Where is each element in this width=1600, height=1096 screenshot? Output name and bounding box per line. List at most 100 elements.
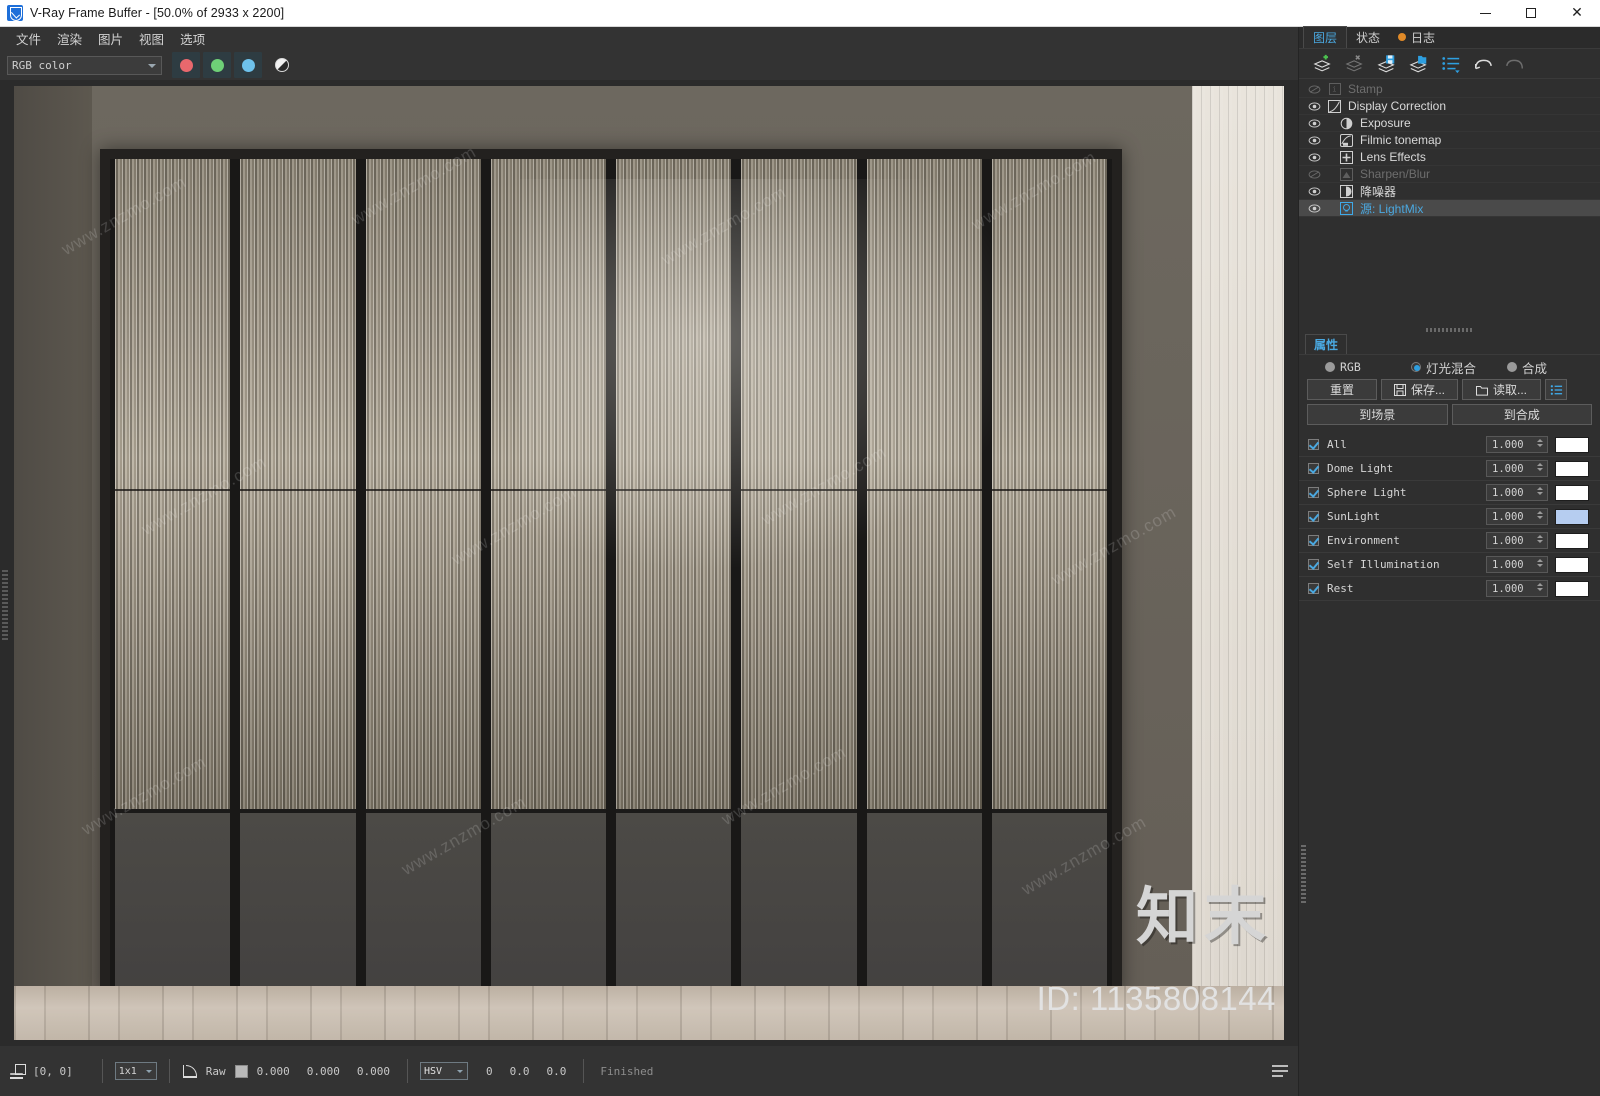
layer-row[interactable]: Sharpen/Blur: [1299, 166, 1600, 183]
menu-file[interactable]: 文件: [8, 27, 49, 50]
visibility-toggle-icon[interactable]: [1307, 169, 1322, 179]
lightmix-row-self-illumination[interactable]: Self Illumination 1.000: [1299, 553, 1600, 577]
lightmix-checkbox[interactable]: [1308, 463, 1319, 474]
lightmix-color-swatch[interactable]: [1555, 436, 1589, 453]
lightmix-row-sphere-light[interactable]: Sphere Light 1.000: [1299, 481, 1600, 505]
sample-size-select[interactable]: 1x1: [114, 1062, 157, 1080]
visibility-toggle-icon[interactable]: [1307, 101, 1322, 111]
layer-presets-button[interactable]: [1437, 51, 1465, 77]
viewport-scrollbar[interactable]: [2, 570, 8, 640]
lightmix-row-dome-light[interactable]: Dome Light 1.000: [1299, 457, 1600, 481]
lightmix-checkbox[interactable]: [1308, 511, 1319, 522]
menu-view[interactable]: 视图: [131, 27, 172, 50]
lightmix-row-rest[interactable]: Rest 1.000: [1299, 577, 1600, 601]
lightmix-multiplier[interactable]: 1.000: [1486, 580, 1548, 597]
rgb-toggle-group: [172, 52, 262, 78]
lightmix-row-all[interactable]: All 1.000: [1299, 433, 1600, 457]
lightmix-multiplier[interactable]: 1.000: [1486, 460, 1548, 477]
tab-layers[interactable]: 图层: [1303, 26, 1348, 48]
pixel-lock-icon[interactable]: [10, 1063, 26, 1079]
menu-options[interactable]: 选项: [172, 27, 213, 50]
lightmix-multiplier[interactable]: 1.000: [1486, 484, 1548, 501]
lightmix-color-swatch[interactable]: [1555, 484, 1589, 501]
image-viewport[interactable]: www.znzmo.com www.znzmo.com www.znzmo.co…: [0, 80, 1298, 1046]
properties-scrollbar[interactable]: [1300, 665, 1307, 915]
load-layer-button[interactable]: [1405, 51, 1433, 77]
menu-image[interactable]: 图片: [90, 27, 131, 50]
spinner-arrows-icon[interactable]: [1537, 487, 1543, 495]
to-composite-button[interactable]: 到合成: [1451, 404, 1592, 425]
visibility-toggle-icon[interactable]: [1307, 135, 1322, 145]
lightmix-checkbox[interactable]: [1308, 583, 1319, 594]
visibility-toggle-icon[interactable]: [1307, 203, 1322, 213]
lightmix-multiplier[interactable]: 1.000: [1486, 532, 1548, 549]
delete-layer-button[interactable]: [1341, 51, 1369, 77]
red-channel-button[interactable]: [172, 52, 200, 78]
minimize-button[interactable]: [1462, 0, 1508, 27]
maximize-button[interactable]: [1508, 0, 1554, 27]
channel-select[interactable]: RGB color: [7, 55, 162, 75]
lightmix-color-swatch[interactable]: [1555, 508, 1589, 525]
radio-composite[interactable]: 合成: [1507, 358, 1547, 377]
save-layer-button[interactable]: [1373, 51, 1401, 77]
lightmix-color-swatch[interactable]: [1555, 532, 1589, 549]
visibility-toggle-icon[interactable]: [1307, 152, 1322, 162]
layer-row[interactable]: Filmic tonemap: [1299, 132, 1600, 149]
close-button[interactable]: ✕: [1554, 0, 1600, 27]
spinner-arrows-icon[interactable]: [1537, 535, 1543, 543]
layer-row[interactable]: i Stamp: [1299, 81, 1600, 98]
lightmix-multiplier[interactable]: 1.000: [1486, 508, 1548, 525]
green-channel-button[interactable]: [203, 52, 231, 78]
layer-row[interactable]: Display Correction: [1299, 98, 1600, 115]
lightmix-name: Rest: [1327, 582, 1354, 595]
save-preset-button[interactable]: 保存...: [1381, 379, 1458, 400]
to-scene-button[interactable]: 到场景: [1307, 404, 1448, 425]
lightmix-multiplier[interactable]: 1.000: [1486, 556, 1548, 573]
layer-label: Display Correction: [1348, 99, 1447, 113]
spinner-arrows-icon[interactable]: [1537, 463, 1543, 471]
cabinet-panel: [861, 159, 987, 995]
spinner-arrows-icon[interactable]: [1537, 583, 1543, 591]
lightmix-checkbox[interactable]: [1308, 487, 1319, 498]
layer-row[interactable]: Exposure: [1299, 115, 1600, 132]
redo-button[interactable]: [1501, 51, 1529, 77]
color-curve-icon[interactable]: [182, 1064, 198, 1078]
lightmix-row-sunlight[interactable]: SunLight 1.000: [1299, 505, 1600, 529]
layer-row[interactable]: Lens Effects: [1299, 149, 1600, 166]
radio-lightmix[interactable]: 灯光混合: [1411, 358, 1507, 377]
scrollbar-thumb[interactable]: [1301, 845, 1306, 905]
lightmix-icon: [1339, 201, 1354, 216]
layer-row-lightmix[interactable]: 源: LightMix: [1299, 200, 1600, 217]
tab-log[interactable]: 日志: [1389, 26, 1444, 48]
visibility-toggle-icon[interactable]: [1307, 118, 1322, 128]
lightmix-color-swatch[interactable]: [1555, 460, 1589, 477]
load-preset-button[interactable]: 读取...: [1462, 379, 1541, 400]
tab-properties[interactable]: 属性: [1305, 334, 1348, 354]
undo-button[interactable]: [1469, 51, 1497, 77]
lightmix-checkbox[interactable]: [1308, 439, 1319, 450]
reset-button[interactable]: 重置: [1307, 379, 1377, 400]
layer-row[interactable]: 降噪器: [1299, 183, 1600, 200]
color-space-select[interactable]: HSV: [420, 1062, 468, 1080]
spinner-arrows-icon[interactable]: [1537, 439, 1543, 447]
lightmix-checkbox[interactable]: [1308, 559, 1319, 570]
spinner-arrows-icon[interactable]: [1537, 511, 1543, 519]
fluted-glass: [866, 159, 983, 809]
lightmix-row-environment[interactable]: Environment 1.000: [1299, 529, 1600, 553]
radio-rgb[interactable]: RGB: [1325, 360, 1411, 374]
spinner-arrows-icon[interactable]: [1537, 559, 1543, 567]
tab-status[interactable]: 状态: [1347, 26, 1389, 48]
list-menu-icon[interactable]: [1272, 1065, 1288, 1077]
preset-options-button[interactable]: [1545, 379, 1567, 400]
alpha-channel-button[interactable]: [269, 52, 295, 78]
blue-channel-button[interactable]: [234, 52, 262, 78]
visibility-toggle-icon[interactable]: [1307, 186, 1322, 196]
visibility-toggle-icon[interactable]: [1307, 84, 1322, 94]
lightmix-checkbox[interactable]: [1308, 535, 1319, 546]
lightmix-multiplier[interactable]: 1.000: [1486, 436, 1548, 453]
lightmix-color-swatch[interactable]: [1555, 556, 1589, 573]
rendered-image[interactable]: www.znzmo.com www.znzmo.com www.znzmo.co…: [14, 86, 1284, 1040]
add-layer-button[interactable]: [1309, 51, 1337, 77]
menu-render[interactable]: 渲染: [49, 27, 90, 50]
lightmix-color-swatch[interactable]: [1555, 580, 1589, 597]
